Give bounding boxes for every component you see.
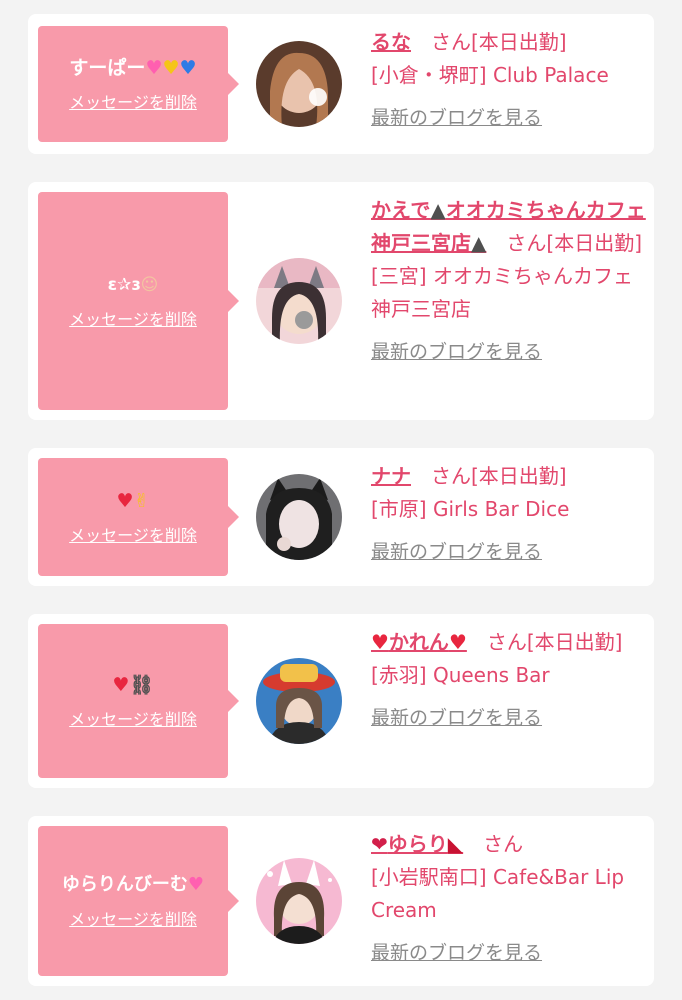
avatar[interactable] [256, 858, 342, 944]
cast-info: るな さん[本日出勤] [小倉・堺町] Club Palace 最新のブログを見る [371, 26, 647, 135]
sparkling-heart-icon: ♥ [187, 874, 205, 895]
message-card: ♥✌ メッセージを削除 ナナ さん[本日出勤] [市原] Girls Bar Di… [28, 448, 654, 586]
blue-heart-icon: ♥ [179, 57, 197, 79]
message-bubble: ゆらりんびーむ♥ メッセージを削除 [38, 826, 239, 976]
message-bubble: ♥⛓ メッセージを削除 [38, 624, 239, 778]
yellow-heart-icon: ♥ [162, 57, 180, 79]
cast-name-line: ナナ さん[本日出勤] [371, 460, 647, 493]
message-bubble: ♥✌ メッセージを削除 [38, 458, 239, 576]
cast-name-link[interactable]: ❤ゆらり◣ [371, 832, 463, 856]
latest-blog-link[interactable]: 最新のブログを見る [371, 102, 542, 135]
cast-name-link[interactable]: るな [371, 30, 411, 54]
shop-info: [市原] Girls Bar Dice [371, 497, 570, 521]
honorific: さん [431, 464, 471, 488]
latest-blog-link[interactable]: 最新のブログを見る [371, 536, 542, 569]
delete-message-link[interactable]: メッセージを削除 [69, 522, 197, 546]
mended-heart-icon: ♥ [371, 630, 389, 654]
attendance-status: [本日出勤] [526, 630, 623, 654]
message-card: ɛ✰ɜ☺ メッセージを削除 かえで▲オオカミちゃんカフェ神戸三宮店▲ さん[本日出… [28, 182, 654, 420]
attendance-status: [本日出勤] [471, 30, 567, 54]
message-list: すーぱー♥♥♥ メッセージを削除 るな さん[本日出勤] [小倉・堺町] Club… [0, 0, 682, 1000]
shop-info: [赤羽] Queens Bar [371, 663, 550, 687]
wolf-icon: ▲ [471, 231, 487, 255]
cast-name-line: ❤ゆらり◣ さん [371, 828, 647, 861]
avatar[interactable] [256, 474, 342, 560]
message-text: ゆらりんびーむ♥ [62, 872, 204, 898]
attendance-status: [本日出勤] [471, 464, 567, 488]
cast-name: かれん [388, 630, 449, 654]
cast-name-link[interactable]: ♥かれん♥ [371, 630, 467, 654]
mended-heart-icon: ♥ [448, 630, 467, 654]
cast-info: ♥かれん♥ さん[本日出勤] [赤羽] Queens Bar 最新のブログを見る [371, 626, 647, 735]
high-heel-icon: ◣ [447, 832, 464, 856]
message-bubble: すーぱー♥♥♥ メッセージを削除 [38, 26, 239, 142]
cast-info: かえで▲オオカミちゃんカフェ神戸三宮店▲ さん[本日出勤] [三宮] オオカミちゃ… [371, 194, 647, 369]
cast-name-line: るな さん[本日出勤] [371, 26, 647, 59]
delete-message-link[interactable]: メッセージを削除 [69, 706, 197, 730]
avatar[interactable] [256, 41, 342, 127]
cast-name-link[interactable]: ナナ [371, 464, 411, 488]
shop-info: [小倉・堺町] Club Palace [371, 63, 609, 87]
message-bubble: ɛ✰ɜ☺ メッセージを削除 [38, 192, 239, 410]
message-card: ゆらりんびーむ♥ メッセージを削除 ❤ゆらり◣ さん [小岩駅南口] Cafe&B… [28, 816, 654, 986]
avatar[interactable] [256, 658, 342, 744]
kiss-mark-icon: ❤ [371, 832, 388, 856]
delete-message-link[interactable]: メッセージを削除 [69, 306, 197, 330]
honorific: さん [486, 630, 527, 654]
message-body: ɛ✰ɜ [107, 275, 141, 295]
latest-blog-link[interactable]: 最新のブログを見る [371, 937, 542, 970]
message-card: すーぱー♥♥♥ メッセージを削除 るな さん[本日出勤] [小倉・堺町] Club… [28, 14, 654, 154]
red-heart-icon: ♥ [116, 490, 134, 512]
cast-name-line: かえで▲オオカミちゃんカフェ神戸三宮店▲ さん[本日出勤] [371, 194, 647, 260]
shop-info: [小岩駅南口] Cafe&Bar Lip Cream [371, 865, 625, 922]
cast-name: ゆらり [387, 832, 448, 856]
message-body: すーぱー [69, 57, 146, 79]
wolf-icon: ▲ [430, 198, 446, 222]
message-text: すーぱー♥♥♥ [69, 55, 196, 81]
cast-name: かえで [371, 198, 431, 222]
cast-name-line: ♥かれん♥ さん[本日出勤] [371, 626, 647, 659]
cast-info: ナナ さん[本日出勤] [市原] Girls Bar Dice 最新のブログを見る [371, 460, 647, 569]
message-text: ♥⛓ [112, 672, 153, 698]
chain-icon: ⛓ [129, 674, 154, 696]
message-body: ゆらりんびーむ [61, 874, 188, 895]
delete-message-link[interactable]: メッセージを削除 [69, 906, 197, 930]
pink-heart-icon: ♥ [145, 57, 163, 79]
victory-hand-icon: ✌ [133, 490, 150, 512]
latest-blog-link[interactable]: 最新のブログを見る [371, 702, 542, 735]
message-text: ♥✌ [117, 488, 150, 514]
mended-heart-icon: ♥ [112, 674, 130, 696]
cast-info: ❤ゆらり◣ さん [小岩駅南口] Cafe&Bar Lip Cream 最新のブロ… [371, 828, 647, 970]
message-card: ♥⛓ メッセージを削除 ♥かれん♥ さん[本日出勤] [赤羽] Queens Ba… [28, 614, 654, 788]
baby-face-icon: ☺ [140, 275, 159, 295]
honorific: さん [431, 30, 471, 54]
delete-message-link[interactable]: メッセージを削除 [69, 89, 197, 113]
shop-info: [三宮] オオカミちゃんカフェ神戸三宮店 [371, 264, 633, 321]
latest-blog-link[interactable]: 最新のブログを見る [371, 336, 542, 369]
avatar[interactable] [256, 258, 342, 344]
honorific: さん [483, 832, 524, 856]
message-text: ɛ✰ɜ☺ [108, 272, 159, 298]
honorific: さん [506, 231, 547, 255]
attendance-status: [本日出勤] [546, 231, 642, 255]
